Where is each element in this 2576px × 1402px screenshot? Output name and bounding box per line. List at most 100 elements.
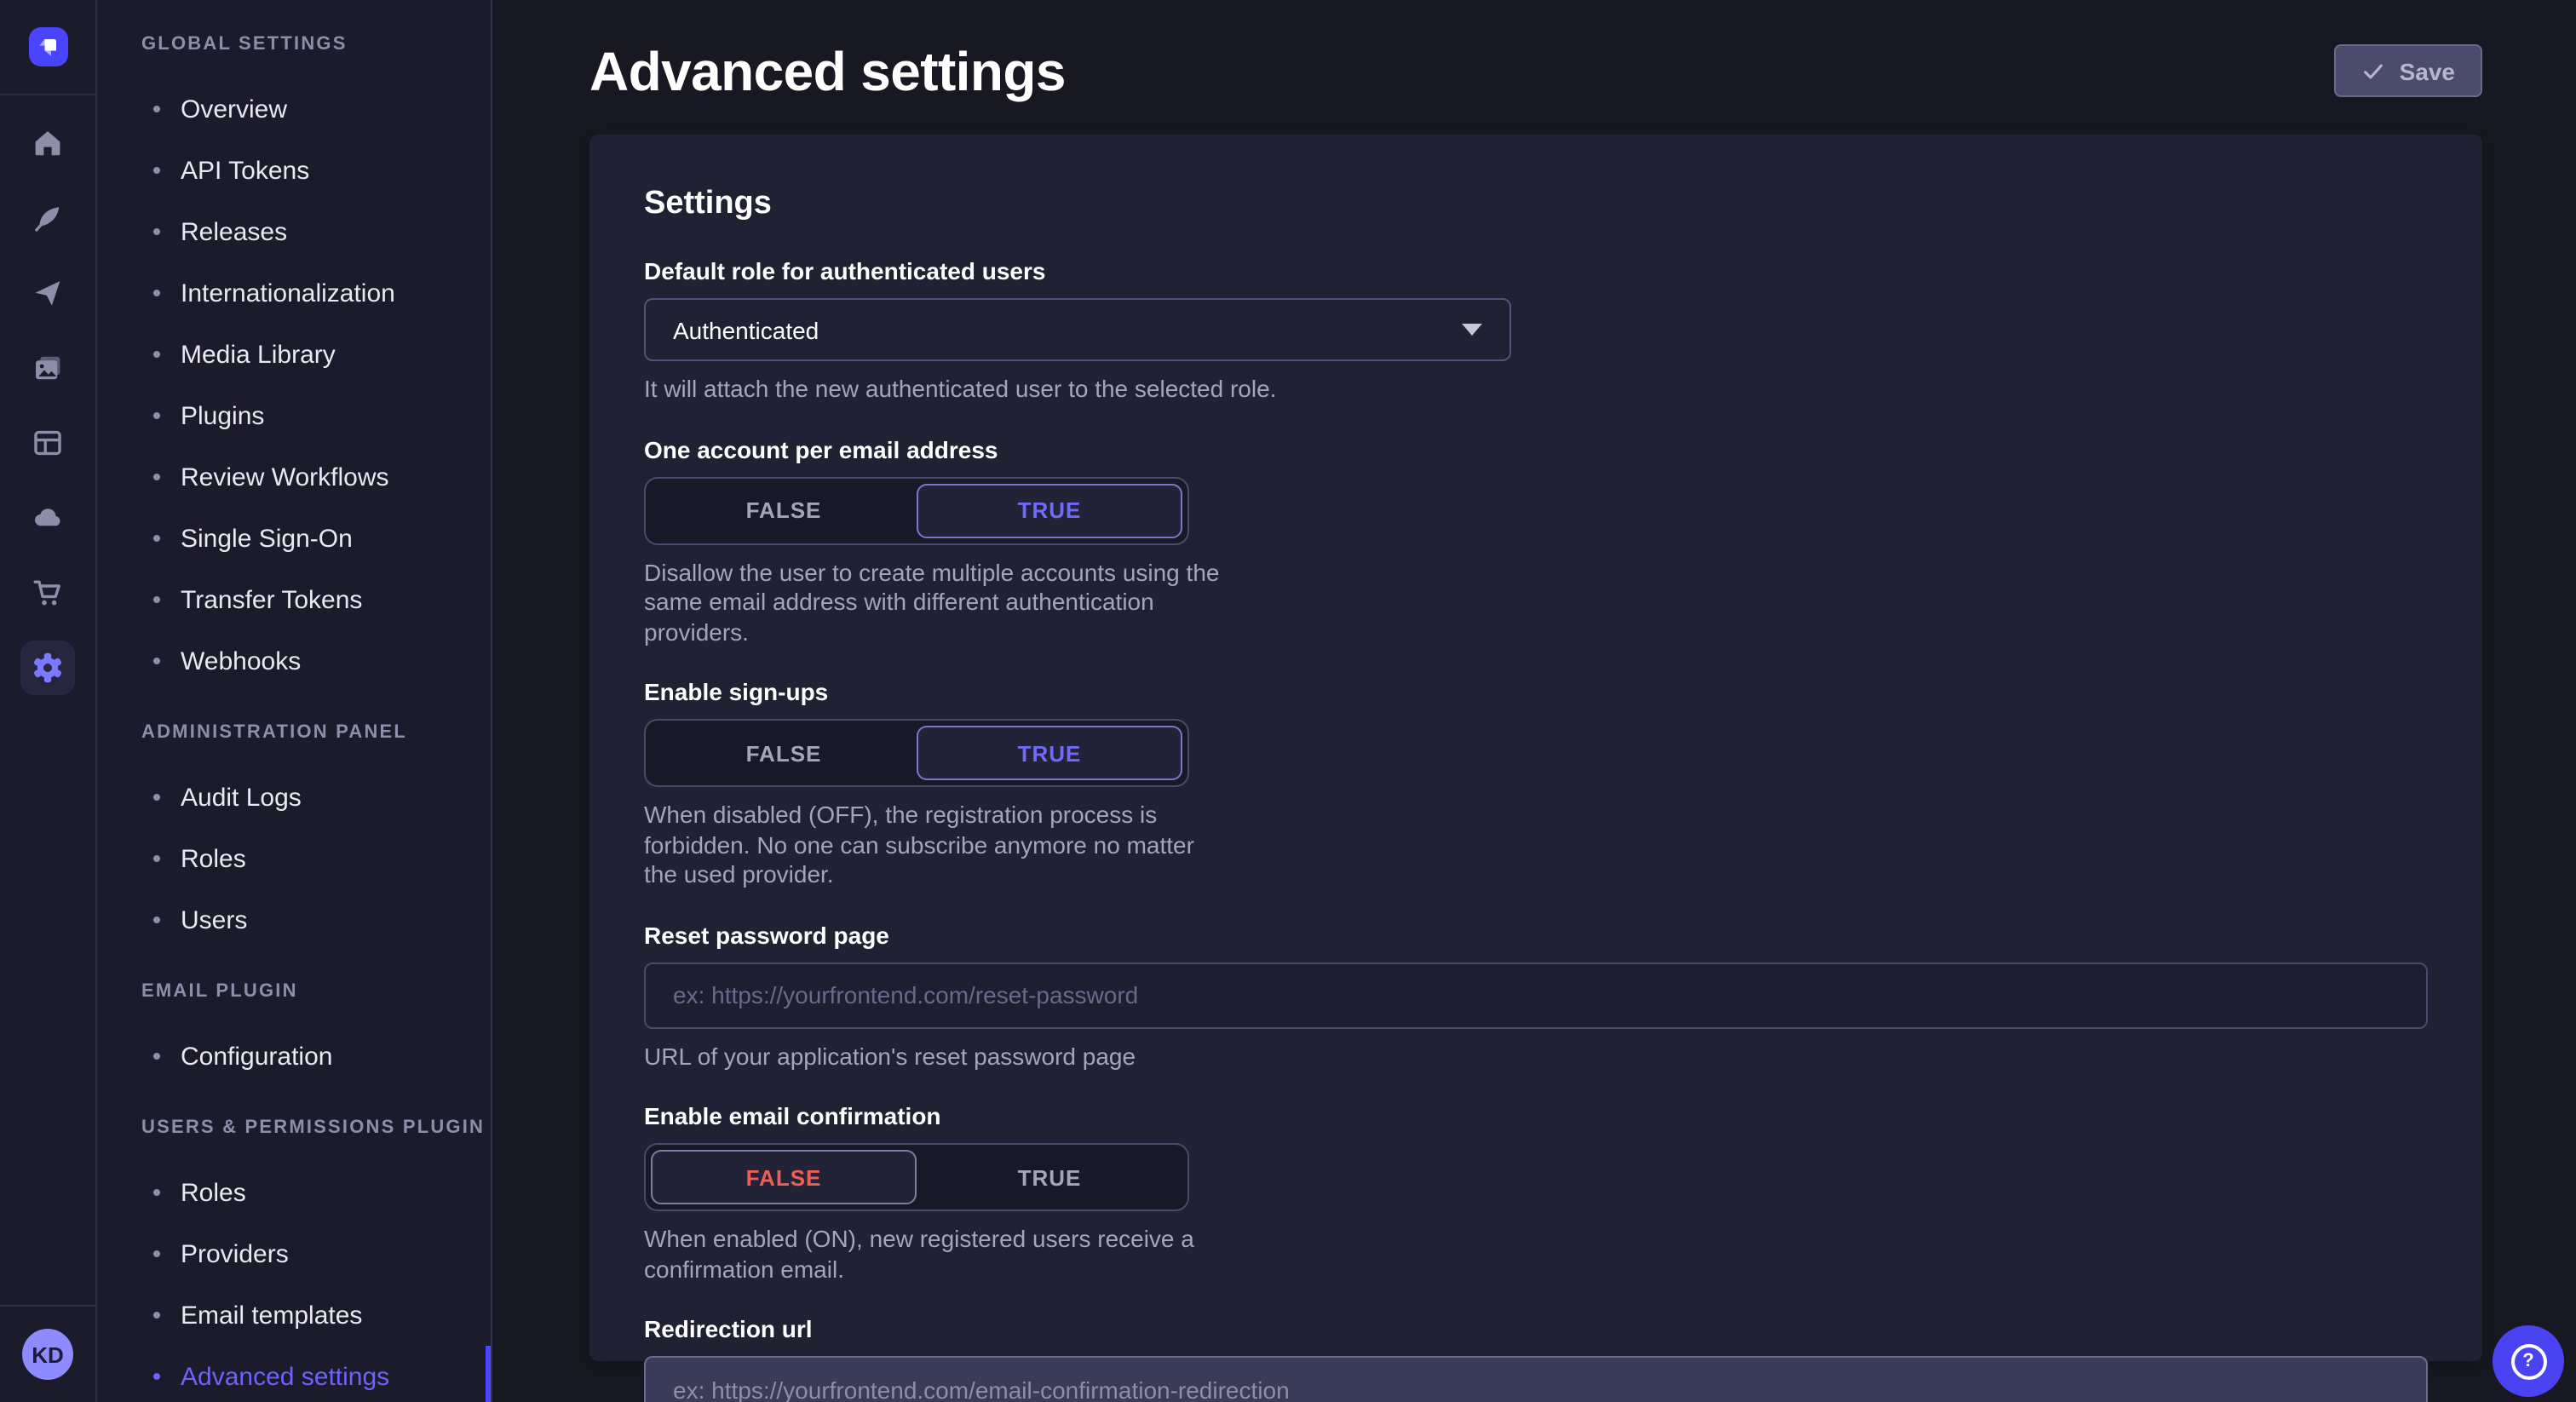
sidebar-item-email-templates[interactable]: Email templates	[97, 1284, 491, 1346]
settings-gear-icon[interactable]	[20, 641, 75, 695]
sidebar-item-label: Roles	[181, 1178, 246, 1207]
sidebar-item-label: Internationalization	[181, 279, 395, 307]
toggle-option-false[interactable]: FALSE	[651, 726, 917, 780]
bullet-icon	[153, 916, 160, 923]
sidebar-item-plugins[interactable]: Plugins	[97, 385, 491, 446]
field-hint: Disallow the user to create multiple acc…	[644, 558, 1223, 647]
sidebar-item-audit-logs[interactable]: Audit Logs	[97, 767, 491, 828]
active-item-indicator	[486, 1346, 491, 1402]
sidebar-item-label: Overview	[181, 95, 287, 124]
redirection-url-input[interactable]	[644, 1356, 2428, 1402]
field-label: One account per email address	[644, 435, 2428, 463]
bullet-icon	[153, 1312, 160, 1319]
bullet-icon	[153, 1189, 160, 1196]
field-reset-password-page: Reset password page URL of your applicat…	[644, 921, 2428, 1072]
bullet-icon	[153, 474, 160, 480]
cloud-icon-glyph	[31, 501, 65, 535]
strapi-logo[interactable]	[28, 27, 67, 66]
sidebar-item-api-tokens[interactable]: API Tokens	[97, 140, 491, 201]
toggle-option-true[interactable]: TRUE	[917, 483, 1182, 537]
sidebar-item-transfer-tokens[interactable]: Transfer Tokens	[97, 569, 491, 630]
sidebar-item-overview[interactable]: Overview	[97, 78, 491, 140]
layout-builder-icon[interactable]	[20, 416, 75, 470]
question-mark-icon: ?	[2510, 1343, 2546, 1379]
cloud-icon[interactable]	[20, 491, 75, 545]
sidebar-item-label: Webhooks	[181, 646, 301, 675]
save-button[interactable]: Save	[2335, 44, 2482, 97]
icon-rail: KD	[0, 0, 97, 1402]
default-role-select[interactable]: Authenticated	[644, 298, 1511, 361]
field-label: Reset password page	[644, 921, 2428, 948]
sidebar-item-internationalization[interactable]: Internationalization	[97, 262, 491, 324]
sidebar-item-label: Audit Logs	[181, 783, 302, 812]
field-label: Redirection url	[644, 1315, 2428, 1342]
bullet-icon	[153, 535, 160, 542]
sidebar-item-users[interactable]: Users	[97, 889, 491, 951]
sidebar-item-label: Plugins	[181, 401, 264, 430]
subnav-section-administration-panel: Administration PanelAudit LogsRolesUsers	[97, 719, 491, 951]
sidebar-item-label: Configuration	[181, 1042, 332, 1071]
bullet-icon	[153, 1250, 160, 1257]
toggle-option-true[interactable]: TRUE	[917, 726, 1182, 780]
reset-password-input[interactable]	[644, 962, 2428, 1028]
sidebar-item-single-sign-on[interactable]: Single Sign-On	[97, 508, 491, 569]
bullet-icon	[153, 794, 160, 801]
sidebar-item-roles[interactable]: Roles	[97, 1162, 491, 1223]
field-redirection-url: Redirection url	[644, 1315, 2428, 1402]
sidebar-item-label: Advanced settings	[181, 1362, 389, 1391]
subnav-list: Overview API Tokens Releases Internationali…	[97, 78, 491, 692]
sidebar-item-label: Transfer Tokens	[181, 585, 362, 614]
send-plane-icon-glyph	[31, 276, 65, 310]
card-heading: Settings	[644, 186, 2428, 223]
sidebar-item-configuration[interactable]: Configuration	[97, 1026, 491, 1087]
settings-gear-icon-glyph	[29, 649, 66, 687]
marketplace-cart-icon-glyph	[31, 576, 65, 610]
subnav-list: Roles ProvidersEmail templates Advanced se…	[97, 1162, 491, 1402]
bullet-icon	[153, 855, 160, 862]
subnav-section-users-permissions-plugin: Users & Permissions pluginRolesProviders…	[97, 1114, 491, 1402]
sidebar-item-providers[interactable]: Providers	[97, 1223, 491, 1284]
subnav-list: Configuration	[97, 1026, 491, 1087]
toggle-option-true[interactable]: TRUE	[917, 1150, 1182, 1204]
email-confirmation-toggle: FALSE TRUE	[644, 1143, 1189, 1211]
sidebar-item-label: Review Workflows	[181, 463, 389, 491]
field-enable-email-confirmation: Enable email confirmation FALSE TRUE Whe…	[644, 1102, 2428, 1284]
sign-ups-toggle: FALSE TRUE	[644, 719, 1189, 787]
main-content: Advanced settings Save Settings Default …	[492, 0, 2576, 1402]
marketplace-cart-icon[interactable]	[20, 566, 75, 620]
sidebar-item-label: API Tokens	[181, 156, 309, 185]
sidebar-item-review-workflows[interactable]: Review Workflows	[97, 446, 491, 508]
sidebar-item-label: Media Library	[181, 340, 336, 369]
toggle-option-false[interactable]: FALSE	[651, 483, 917, 537]
rail-menu	[0, 95, 95, 695]
field-one-account-per-email: One account per email address FALSE TRUE…	[644, 435, 2428, 647]
select-value: Authenticated	[673, 316, 819, 343]
bullet-icon	[153, 596, 160, 603]
page-title: Advanced settings	[589, 41, 1066, 104]
sidebar-item-releases[interactable]: Releases	[97, 201, 491, 262]
sidebar-item-roles[interactable]: Roles	[97, 828, 491, 889]
subnav-section-title: Email Plugin	[97, 978, 491, 1005]
field-label: Enable sign-ups	[644, 678, 2428, 705]
sidebar-item-advanced-settings[interactable]: Advanced settings	[97, 1346, 491, 1402]
bullet-icon	[153, 228, 160, 235]
toggle-option-false[interactable]: FALSE	[651, 1150, 917, 1204]
rail-bottom-divider	[0, 1305, 95, 1307]
sidebar-item-media-library[interactable]: Media Library	[97, 324, 491, 385]
subnav-section-email-plugin: Email Plugin Configuration	[97, 978, 491, 1087]
home-icon[interactable]	[20, 116, 75, 170]
bullet-icon	[153, 1373, 160, 1380]
content-feather-icon[interactable]	[20, 191, 75, 245]
sidebar-item-webhooks[interactable]: Webhooks	[97, 630, 491, 692]
field-enable-sign-ups: Enable sign-ups FALSE TRUE When disabled…	[644, 678, 2428, 890]
media-library-icon[interactable]	[20, 341, 75, 395]
subnav-list: Audit Logs RolesUsers	[97, 767, 491, 951]
user-avatar[interactable]: KD	[22, 1329, 73, 1380]
field-hint: URL of your application's reset password…	[644, 1042, 2428, 1072]
sidebar-item-label: Single Sign-On	[181, 524, 353, 553]
field-label: Default role for authenticated users	[644, 257, 2428, 284]
check-icon	[2362, 59, 2386, 83]
help-button[interactable]: ?	[2493, 1325, 2564, 1397]
field-label: Enable email confirmation	[644, 1102, 2428, 1129]
send-plane-icon[interactable]	[20, 266, 75, 320]
